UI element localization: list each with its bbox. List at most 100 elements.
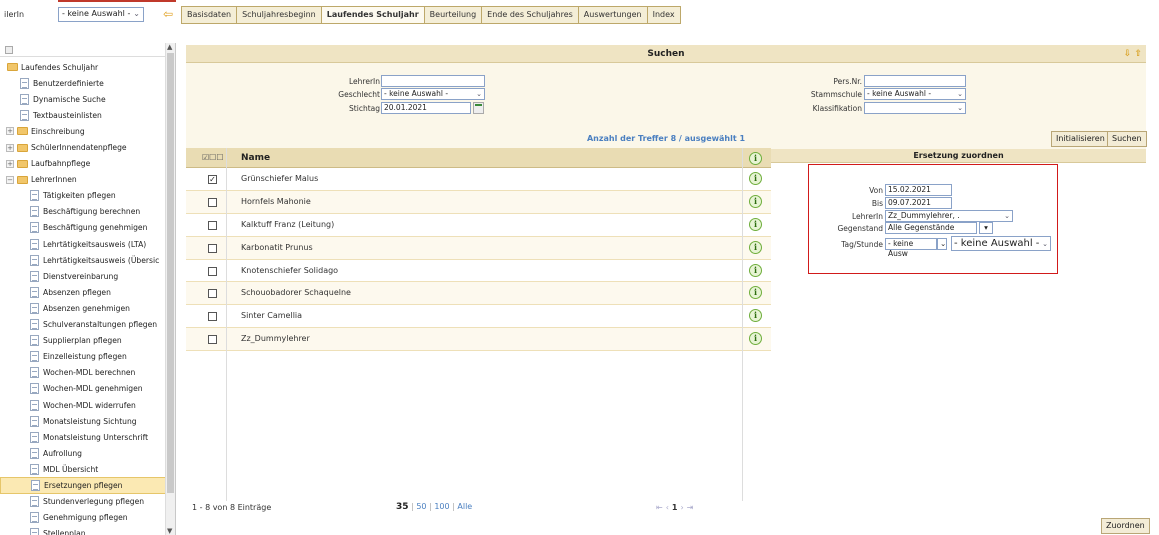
sidebar-item[interactable]: Monatsleistung Unterschrift	[0, 429, 166, 445]
lehrerin-input[interactable]	[381, 75, 485, 87]
tab-index[interactable]: Index	[647, 7, 680, 23]
klassifikation-select[interactable]: ⌄	[864, 102, 966, 114]
back-arrow-icon[interactable]: ⇦	[163, 8, 173, 20]
row-checkbox[interactable]	[208, 243, 217, 253]
geschlecht-select[interactable]: - keine Auswahl - ⌄	[381, 88, 485, 100]
stunde-select[interactable]: - keine Auswahl - ⌄	[951, 236, 1051, 251]
stichtag-input[interactable]: 20.01.2021	[381, 102, 471, 114]
search-panel-header: Suchen ⇩ ⇧	[186, 45, 1146, 63]
stammschule-select[interactable]: - keine Auswahl - ⌄	[864, 88, 966, 100]
sidebar-item[interactable]: Aufrollung	[0, 445, 166, 461]
sidebar-item[interactable]: Beschäftigung berechnen	[0, 204, 166, 220]
sidebar-item[interactable]: Wochen-MDL genehmigen	[0, 381, 166, 397]
last-page-icon[interactable]: ⇥	[687, 503, 697, 512]
info-icon[interactable]: i	[749, 172, 762, 185]
page-size-all[interactable]: Alle	[457, 502, 472, 511]
assign-lehrerin-select[interactable]: Zz_Dummylehrer, . ⌄	[885, 210, 1013, 222]
sidebar-item[interactable]: MDL Übersicht	[0, 461, 166, 477]
sidebar-item[interactable]: Dynamische Suche	[0, 91, 166, 107]
info-icon[interactable]: i	[749, 263, 762, 277]
page-size-35[interactable]: 35	[396, 502, 409, 512]
sidebar-item[interactable]: Dienstvereinbarung	[0, 268, 166, 284]
table-row[interactable]: Sinter Camellia i	[186, 305, 771, 329]
initialize-button[interactable]: Initialisieren	[1051, 131, 1110, 147]
tag-select[interactable]: - keine Ausw	[885, 238, 937, 258]
sidebar-item[interactable]: Ersetzungen pflegen	[0, 477, 166, 494]
lehrerin-filter-select[interactable]: - keine Auswahl - ⌄	[58, 7, 144, 22]
info-icon[interactable]: i	[749, 332, 762, 346]
tab-laufendes-schuljahr[interactable]: Laufendes Schuljahr	[321, 7, 425, 23]
search-button[interactable]: Suchen	[1107, 131, 1147, 147]
row-checkbox[interactable]	[208, 266, 217, 276]
select-all-toggle[interactable]: ☑☐☐	[202, 153, 224, 162]
sidebar-item[interactable]: Absenzen pflegen	[0, 284, 166, 300]
sidebar-item[interactable]: + Laufbahnpflege	[0, 156, 166, 172]
chevron-down-icon[interactable]: ⌄	[937, 238, 947, 250]
tab-basisdaten[interactable]: Basisdaten	[182, 7, 238, 23]
page-size-100[interactable]: 100	[434, 502, 449, 511]
sidebar-item[interactable]: Stellenplan	[0, 526, 166, 535]
info-icon[interactable]: i	[749, 217, 762, 231]
persnr-input[interactable]	[864, 75, 966, 87]
dropdown-arrow-icon[interactable]: ▾	[979, 222, 993, 234]
expand-icon[interactable]: +	[6, 159, 14, 168]
sidebar-item[interactable]: Beschäftigung genehmigen	[0, 220, 166, 236]
sidebar-item[interactable]: Supplierplan pflegen	[0, 333, 166, 349]
row-checkbox[interactable]: ✓	[208, 175, 217, 184]
tab-beurteilung[interactable]: Beurteilung	[424, 7, 483, 23]
sidebar-item[interactable]: Laufendes Schuljahr	[0, 59, 166, 75]
sidebar-item[interactable]: Genehmigung pflegen	[0, 510, 166, 526]
tab-schuljahresbeginn[interactable]: Schuljahresbeginn	[237, 7, 322, 23]
name-column-header[interactable]: Name	[241, 153, 270, 163]
scroll-down-icon[interactable]: ▼	[167, 527, 172, 535]
calendar-icon[interactable]	[473, 102, 484, 114]
table-row[interactable]: Zz_Dummylehrer i	[186, 328, 771, 352]
sidebar-item[interactable]: Tätigkeiten pflegen	[0, 188, 166, 204]
sidebar-item[interactable]: Lehrtätigkeitsausweis (LTA)	[0, 236, 166, 252]
table-row[interactable]: Hornfels Mahonie i	[186, 190, 771, 214]
scroll-up-icon[interactable]: ▲	[167, 43, 172, 51]
sidebar-item[interactable]: + Einschreibung	[0, 123, 166, 139]
sidebar-item[interactable]: Schulveranstaltungen pflegen	[0, 317, 166, 333]
sidebar-item[interactable]: Wochen-MDL widerrufen	[0, 397, 166, 413]
info-icon[interactable]: i	[749, 286, 762, 300]
row-checkbox[interactable]	[208, 220, 217, 230]
bis-input[interactable]: 09.07.2021	[885, 197, 952, 209]
collapse-all-icon[interactable]	[5, 46, 13, 54]
sidebar-item[interactable]: Benutzerdefinierte	[0, 75, 166, 91]
row-checkbox[interactable]	[208, 335, 217, 345]
scrollbar-thumb[interactable]	[167, 53, 174, 493]
sidebar-item[interactable]: Einzelleistung pflegen	[0, 349, 166, 365]
info-icon[interactable]: i	[749, 194, 762, 208]
page-size-50[interactable]: 50	[416, 502, 426, 511]
table-row[interactable]: ✓ Grünschiefer Malus i	[186, 168, 771, 191]
row-checkbox[interactable]	[208, 312, 217, 322]
info-icon[interactable]: i	[749, 309, 762, 323]
von-input[interactable]: 15.02.2021	[885, 184, 952, 196]
assign-button[interactable]: Zuordnen	[1101, 518, 1150, 534]
expand-icon[interactable]: +	[6, 143, 14, 152]
sidebar-item[interactable]: Textbausteinlisten	[0, 107, 166, 123]
table-row[interactable]: Karbonatit Prunus i	[186, 236, 771, 260]
sidebar-item[interactable]: Stundenverlegung pflegen	[0, 494, 166, 510]
sidebar-scrollbar[interactable]: ▲ ▼	[165, 43, 175, 535]
sidebar-item[interactable]: − LehrerInnen	[0, 172, 166, 188]
first-page-icon[interactable]: ⇤	[656, 503, 666, 512]
sidebar-item[interactable]: Wochen-MDL berechnen	[0, 365, 166, 381]
sidebar-item[interactable]: Lehrtätigkeitsausweis (Übersic	[0, 252, 166, 268]
row-checkbox[interactable]	[208, 197, 217, 207]
collapse-icon[interactable]: −	[6, 175, 14, 184]
collapse-arrows-icon[interactable]: ⇩ ⇧	[1124, 45, 1142, 63]
tab-auswertungen[interactable]: Auswertungen	[578, 7, 648, 23]
info-icon[interactable]: i	[749, 240, 762, 254]
table-row[interactable]: Knotenschiefer Solidago i	[186, 260, 771, 283]
sidebar-item[interactable]: + SchülerInnendatenpflege	[0, 139, 166, 155]
row-checkbox[interactable]	[208, 289, 217, 299]
tab-ende-des-schuljahres[interactable]: Ende des Schuljahres	[482, 7, 579, 23]
table-row[interactable]: Kalktuff Franz (Leitung) i	[186, 214, 771, 237]
sidebar-item[interactable]: Monatsleistung Sichtung	[0, 413, 166, 429]
table-row[interactable]: Schouobadorer Schaquelne i	[186, 282, 771, 306]
expand-icon[interactable]: +	[6, 127, 14, 136]
gegenstand-select[interactable]: Alle Gegenstände	[885, 222, 977, 234]
sidebar-item[interactable]: Absenzen genehmigen	[0, 300, 166, 316]
